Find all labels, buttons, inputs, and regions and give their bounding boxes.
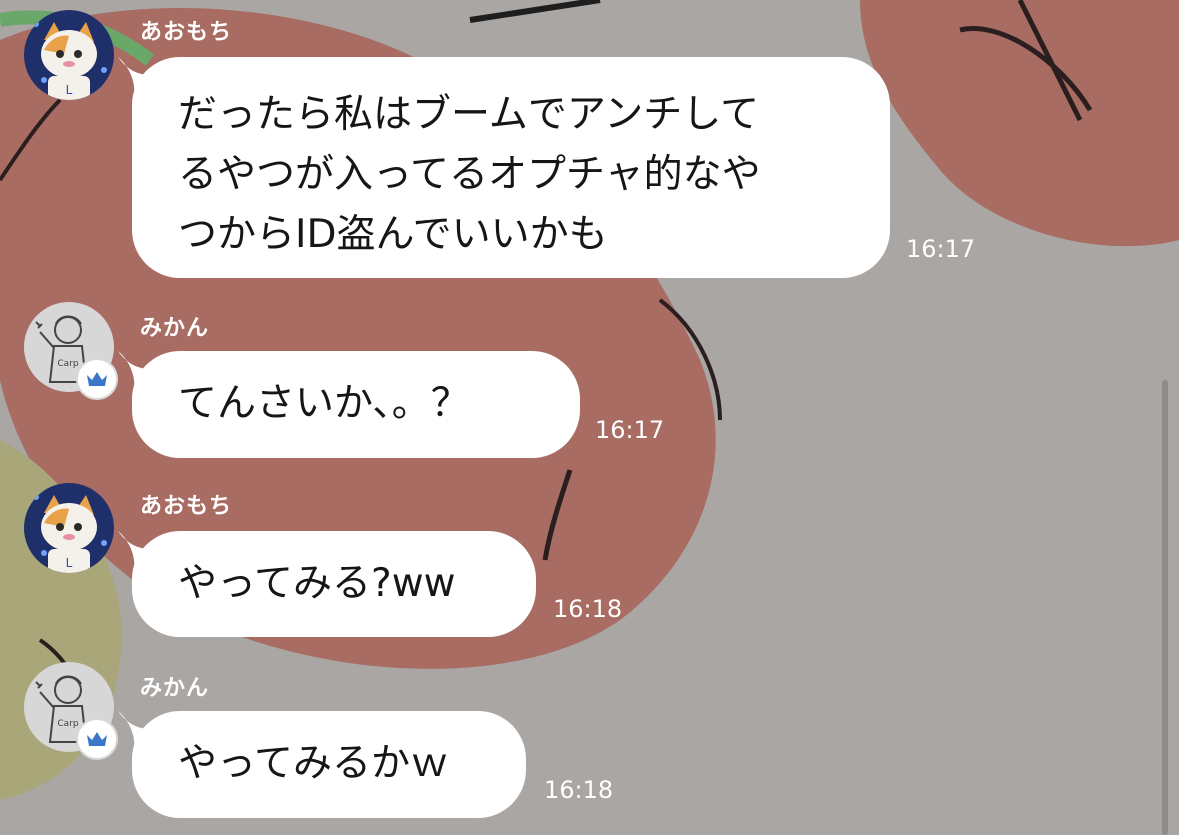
message-bubble[interactable]: やってみる?ww (118, 531, 536, 637)
svg-text:Carp: Carp (57, 719, 78, 729)
bubble-tail (118, 351, 162, 391)
message-time: 16:18 (553, 595, 623, 623)
message-line: やってみるかｗ (178, 741, 450, 786)
message-line: だったら私はブームでアンチして (178, 92, 760, 137)
chat-view[interactable]: L あおもち だったら私はブームでアンチして るやつが入ってるオプチャ的なや つ… (0, 0, 1179, 835)
sender-name: あおもち (140, 20, 233, 45)
message-bubble[interactable]: てんさいか、。？ (118, 351, 580, 458)
message-bubble[interactable]: やってみるかｗ (118, 711, 526, 818)
scrollbar[interactable] (1162, 380, 1168, 835)
message-line: やってみる?ww (178, 561, 456, 606)
bubble-tail (118, 531, 162, 571)
message-bubble[interactable]: だったら私はブームでアンチして るやつが入ってるオプチャ的なや つからID盗んで… (118, 57, 890, 278)
bubble-tail (118, 711, 162, 751)
bubble-tail (118, 57, 162, 97)
crown-icon (76, 358, 118, 400)
message-time: 16:17 (906, 235, 976, 263)
message-time: 16:18 (544, 776, 614, 804)
sender-name: あおもち (140, 494, 233, 519)
svg-text:Carp: Carp (57, 359, 78, 369)
crown-icon (76, 718, 118, 760)
message-time: 16:17 (595, 416, 665, 444)
cat-mascot-avatar[interactable]: L (24, 10, 114, 100)
svg-text:L: L (66, 556, 73, 570)
sender-name: みかん (140, 316, 210, 341)
message-line: てんさいか、。？ (178, 381, 470, 426)
message-line: つからID盗んでいいかも (178, 212, 608, 257)
cat-mascot-avatar[interactable]: L (24, 483, 114, 573)
sender-name: みかん (140, 676, 210, 701)
message-line: るやつが入ってるオプチャ的なや (178, 152, 761, 197)
svg-text:L: L (66, 83, 73, 97)
